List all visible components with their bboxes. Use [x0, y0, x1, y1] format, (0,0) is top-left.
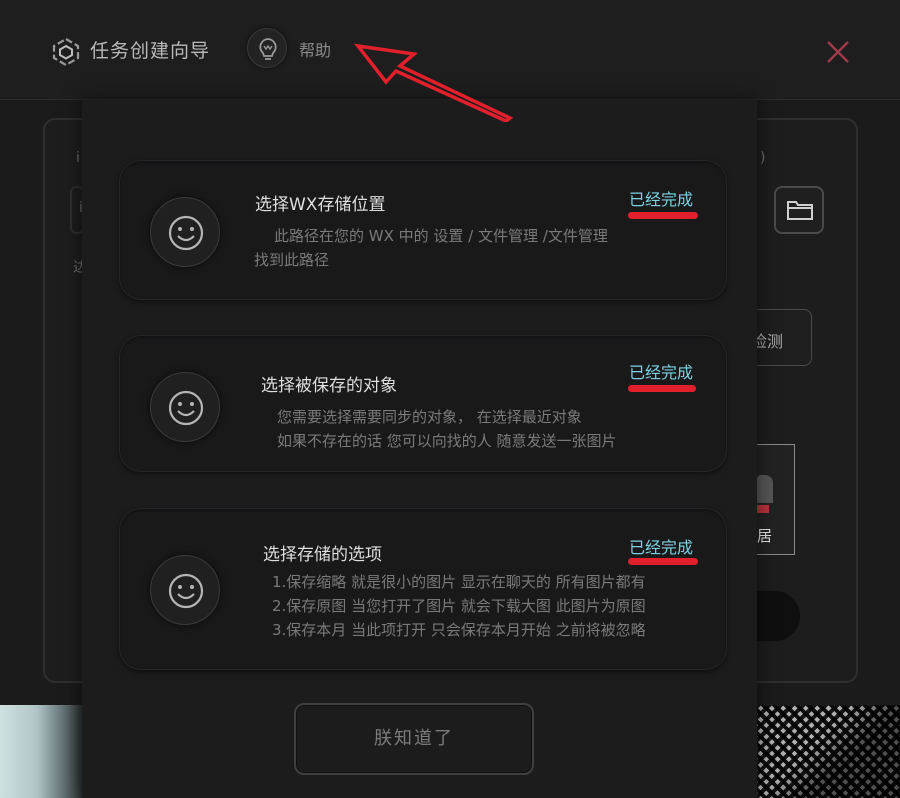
background-photo-right: [757, 705, 900, 798]
smiley-icon: [168, 215, 204, 251]
folder-button[interactable]: [774, 186, 824, 234]
step-icon: [150, 555, 220, 625]
thumbnail-figure: [757, 475, 773, 503]
step-status: 已经完成: [629, 538, 694, 557]
step-card: 选择WX存储位置 已经完成 此路径在您的 WX 中的 设置 / 文件管理 /文件…: [119, 160, 727, 300]
help-label[interactable]: 帮助: [299, 37, 331, 61]
thumbnail-accent: [757, 505, 769, 513]
help-button[interactable]: [247, 28, 287, 68]
annotation-arrow-icon: [353, 43, 514, 122]
acknowledge-button[interactable]: 朕知道了: [294, 703, 534, 775]
annotation-underline: [628, 212, 698, 219]
smiley-icon: [168, 390, 204, 426]
app-title: 任务创建向导: [90, 40, 211, 62]
annotation-underline: [628, 385, 696, 392]
step-title: 选择存储的选项: [263, 545, 382, 565]
step-status: 已经完成: [629, 363, 694, 382]
step-title: 选择WX存储位置: [255, 195, 386, 215]
annotation-underline: [628, 558, 698, 565]
lightbulb-icon: [259, 38, 277, 60]
wizard-overlay: 选择WX存储位置 已经完成 此路径在您的 WX 中的 设置 / 文件管理 /文件…: [82, 100, 757, 798]
step-description-line: 1.保存缩略 就是很小的图片 显示在聊天的 所有图片都有: [272, 573, 646, 591]
cube-logo-icon: [52, 38, 80, 66]
step-description-line: 此路径在您的 WX 中的 设置 / 文件管理 /文件管理: [274, 227, 608, 245]
step-icon: [150, 197, 220, 267]
background-label-fragment: ): [760, 150, 766, 166]
step-title: 选择被保存的对象: [261, 376, 397, 396]
step-description-line: 如果不存在的话 您可以向找的人 随意发送一张图片: [277, 432, 617, 450]
step-icon: [150, 372, 220, 442]
folder-icon: [787, 201, 813, 220]
close-icon[interactable]: [826, 40, 850, 64]
step-description-line: 3.保存本月 当此项打开 只会保存本月开始 之前将被忽略: [272, 621, 646, 639]
step-description-line: 找到此路径: [254, 251, 330, 269]
step-card: 选择被保存的对象 已经完成 您需要选择需要同步的对象， 在选择最近对象 如果不存…: [119, 335, 727, 472]
background-photo-left: [0, 705, 82, 798]
step-description-line: 2.保存原图 当您打开了图片 就会下载大图 此图片为原图: [272, 597, 646, 615]
background-label-fragment: i: [76, 150, 80, 166]
step-description-line: 您需要选择需要同步的对象， 在选择最近对象: [277, 408, 582, 426]
step-card: 选择存储的选项 已经完成 1.保存缩略 就是很小的图片 显示在聊天的 所有图片都…: [119, 508, 727, 670]
step-status: 已经完成: [629, 190, 694, 209]
avatar-thumbnail[interactable]: 居: [756, 444, 795, 555]
smiley-icon: [168, 573, 204, 609]
thumbnail-text: 居: [757, 527, 773, 545]
